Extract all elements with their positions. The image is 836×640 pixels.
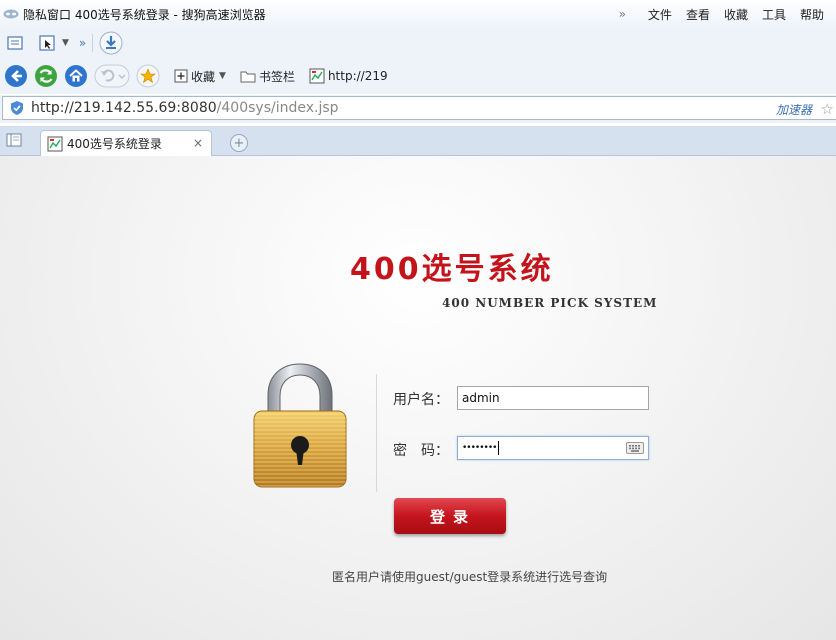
- back-arrow-icon: [5, 65, 27, 87]
- screenshot-icon: [39, 35, 55, 51]
- chevron-down-icon[interactable]: ▼: [62, 38, 69, 48]
- brand-title: 400选号系统: [350, 252, 554, 287]
- favorites-star-button[interactable]: [136, 64, 160, 88]
- more-tools-icon[interactable]: »: [79, 36, 86, 50]
- sidebar-toggle-button[interactable]: [6, 133, 22, 150]
- folder-icon: [240, 71, 256, 83]
- accelerator-button[interactable]: 加速器: [776, 101, 812, 118]
- download-icon: [99, 31, 123, 55]
- window-title: 隐私窗口 400选号系统登录 - 搜狗高速浏览器: [23, 7, 266, 22]
- menu-help[interactable]: 帮助: [800, 6, 824, 23]
- password-label: 密 码：: [393, 443, 449, 459]
- username-value: admin: [462, 391, 500, 405]
- home-button[interactable]: [64, 64, 88, 88]
- webpage-thumbnail-icon: [309, 68, 325, 84]
- tab-bar: 400选号系统登录 × +: [0, 126, 836, 156]
- download-button[interactable]: [99, 31, 123, 55]
- divider: [92, 34, 94, 52]
- tab-login[interactable]: 400选号系统登录 ×: [40, 130, 212, 156]
- back-button[interactable]: [4, 64, 28, 88]
- navigation-toolbar: 收藏 ▼ 书签栏 http://219: [0, 58, 836, 94]
- home-icon: [65, 65, 87, 87]
- bookmark-star-icon[interactable]: ☆: [821, 100, 834, 118]
- shield-icon: [11, 101, 23, 115]
- refresh-button[interactable]: [34, 64, 58, 88]
- menu-view[interactable]: 查看: [686, 6, 710, 23]
- favorites-label: 收藏: [191, 69, 216, 84]
- padlock-icon: [253, 363, 347, 488]
- address-bar: http://219.142.55.69:8080/400sys/index.j…: [0, 95, 836, 123]
- menu-favorites[interactable]: 收藏: [724, 6, 748, 23]
- sidebar-icon: [6, 133, 22, 147]
- address-input[interactable]: http://219.142.55.69:8080/400sys/index.j…: [2, 96, 836, 120]
- menu-bar: » 文件 查看 收藏 工具 帮助: [619, 0, 824, 28]
- chevron-down-icon: ▼: [219, 71, 226, 81]
- new-tab-button[interactable]: +: [230, 134, 248, 152]
- favorites-menu[interactable]: 收藏 ▼: [174, 68, 226, 85]
- undo-close-button[interactable]: [94, 64, 130, 88]
- password-value: ••••••••: [462, 443, 497, 453]
- webpage-thumbnail-icon: [47, 136, 63, 151]
- title-bar: 隐私窗口 400选号系统登录 - 搜狗高速浏览器 » 文件 查看 收藏 工具 帮…: [0, 0, 836, 28]
- username-input[interactable]: admin: [457, 386, 649, 410]
- url-path: /400sys/index.jsp: [216, 100, 339, 116]
- close-icon[interactable]: ×: [193, 136, 203, 150]
- keyboard-icon[interactable]: [626, 442, 644, 454]
- reader-mode-button[interactable]: [6, 34, 24, 52]
- tab-title: 400选号系统登录: [67, 137, 162, 151]
- menu-file[interactable]: 文件: [648, 6, 672, 23]
- login-page: 400选号系统 400 NUMBER PICK SYSTEM 用户名： admi…: [0, 156, 836, 640]
- undo-icon: [94, 64, 130, 88]
- reader-icon: [7, 36, 23, 50]
- address-url: http://219.142.55.69:8080/400sys/index.j…: [31, 100, 339, 116]
- username-label: 用户名：: [393, 392, 449, 408]
- url-host: http://219.142.55.69:8080: [31, 100, 217, 116]
- brand-subtitle: 400 NUMBER PICK SYSTEM: [442, 296, 658, 310]
- bookmarks-bar-folder[interactable]: 书签栏: [240, 68, 295, 85]
- guest-hint: 匿名用户请使用guest/guest登录系统进行选号查询: [332, 570, 608, 584]
- menu-tools[interactable]: 工具: [762, 6, 786, 23]
- screenshot-button[interactable]: [38, 34, 56, 52]
- toolbar-top: ▼ »: [0, 28, 836, 58]
- star-icon: [136, 64, 160, 88]
- add-favorite-icon: [174, 69, 188, 83]
- bookmark-shortcut-label: http://219: [327, 69, 388, 83]
- bookmarks-bar-label: 书签栏: [258, 69, 295, 84]
- login-button[interactable]: 登录: [394, 498, 506, 534]
- refresh-icon: [35, 65, 57, 87]
- text-caret: [498, 441, 500, 455]
- private-mask-icon: [3, 9, 19, 19]
- chevron-double-right-icon[interactable]: »: [619, 7, 626, 21]
- form-divider: [376, 374, 377, 492]
- password-input[interactable]: ••••••••: [457, 436, 649, 460]
- bookmark-shortcut[interactable]: http://219: [309, 68, 388, 84]
